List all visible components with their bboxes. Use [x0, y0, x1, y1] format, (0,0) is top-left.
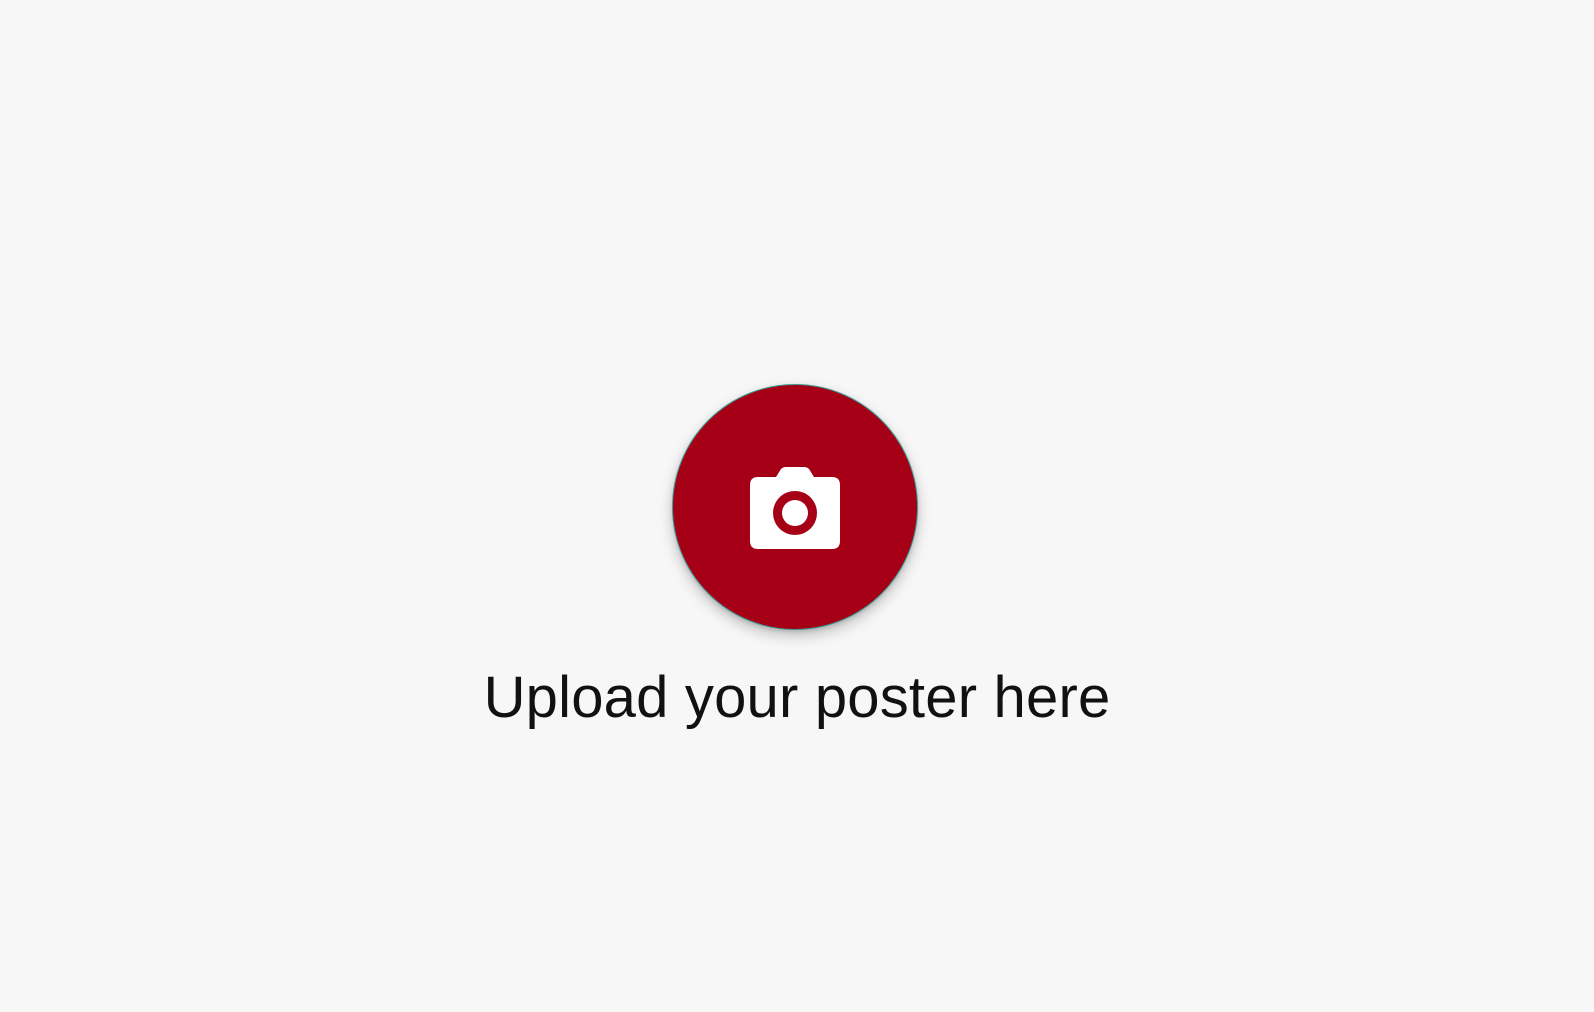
upload-screen: Upload your poster here — [0, 0, 1594, 1012]
camera-icon — [750, 466, 840, 549]
upload-poster-button[interactable] — [672, 384, 918, 630]
upload-instruction-text: Upload your poster here — [483, 665, 1111, 730]
